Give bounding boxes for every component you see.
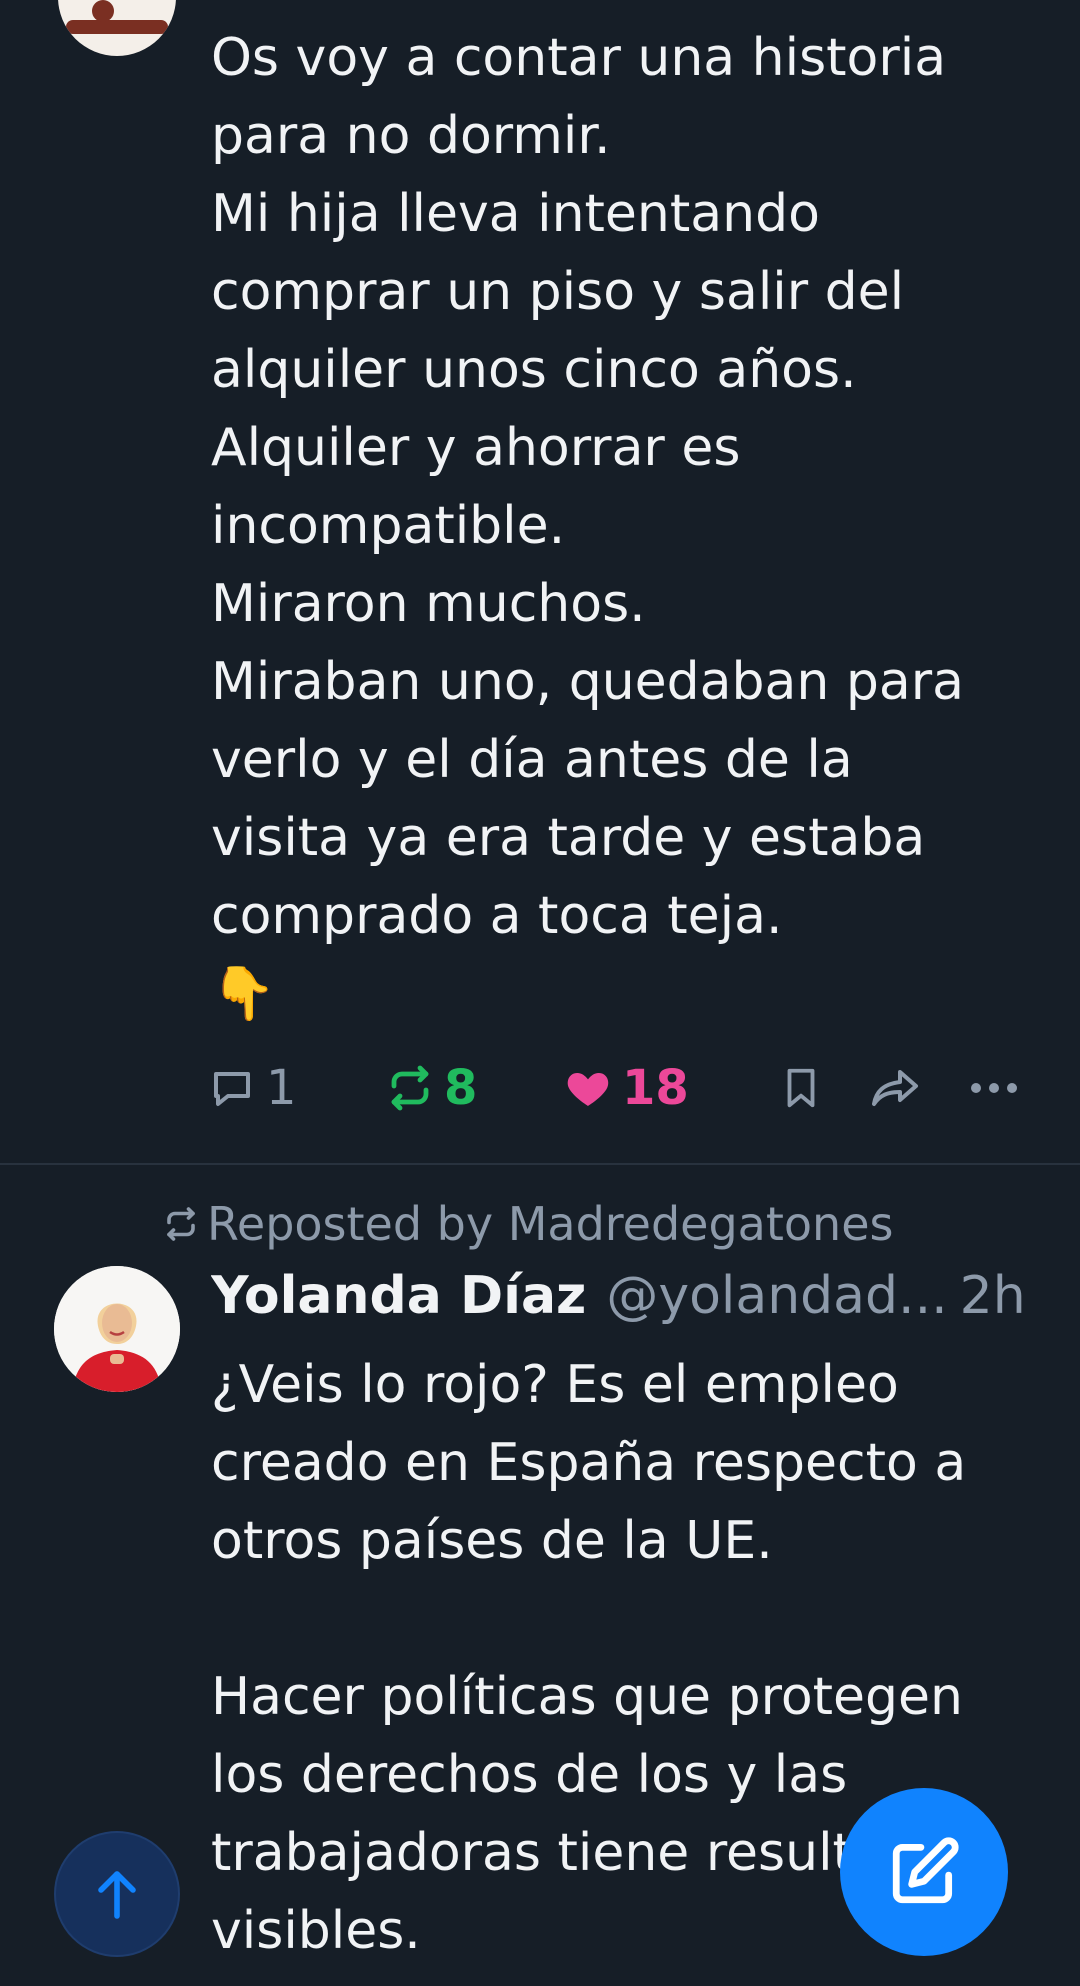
like-button[interactable]: 18	[564, 1060, 689, 1116]
post-timestamp: 2h	[959, 1266, 1026, 1326]
feed: Os voy a contar una historia para no dor…	[0, 0, 1080, 1986]
reply-count: 1	[266, 1060, 297, 1116]
author-name[interactable]: Yolanda Díaz	[211, 1266, 586, 1326]
reposted-by-label: Reposted by Madredegatones	[207, 1197, 894, 1251]
repost-icon	[391, 1065, 429, 1111]
more-icon	[971, 1083, 1017, 1093]
share-button[interactable]	[870, 1060, 922, 1116]
share-icon	[872, 1070, 918, 1106]
reply-button[interactable]: 1	[208, 1060, 297, 1116]
compose-button[interactable]	[840, 1788, 1008, 1956]
reply-icon	[214, 1072, 250, 1106]
post-divider	[0, 1163, 1080, 1165]
compose-icon	[892, 1837, 959, 1904]
reposted-by[interactable]: Reposted by Madredegatones	[163, 1196, 893, 1252]
author-avatar[interactable]	[54, 1266, 180, 1392]
repost-icon	[167, 1207, 195, 1241]
repost-count: 8	[444, 1060, 478, 1116]
author-avatar[interactable]	[58, 0, 176, 56]
post-actions: 1 8 18	[208, 1060, 1028, 1116]
repost-button[interactable]: 8	[386, 1060, 477, 1116]
like-count: 18	[622, 1060, 689, 1116]
scroll-to-top-button[interactable]	[54, 1831, 180, 1957]
post-header: Yolanda Díaz @yolandad... 2h	[211, 1266, 1041, 1336]
bookmark-icon	[787, 1068, 815, 1108]
heart-icon	[567, 1073, 609, 1106]
bookmark-button[interactable]	[778, 1060, 824, 1116]
arrow-up-icon	[98, 1871, 136, 1919]
more-options-button[interactable]	[968, 1060, 1020, 1116]
post-text: Os voy a contar una historia para no dor…	[211, 28, 965, 1024]
avatar-photo	[54, 1266, 180, 1392]
author-handle[interactable]: @yolandad...	[606, 1266, 947, 1326]
